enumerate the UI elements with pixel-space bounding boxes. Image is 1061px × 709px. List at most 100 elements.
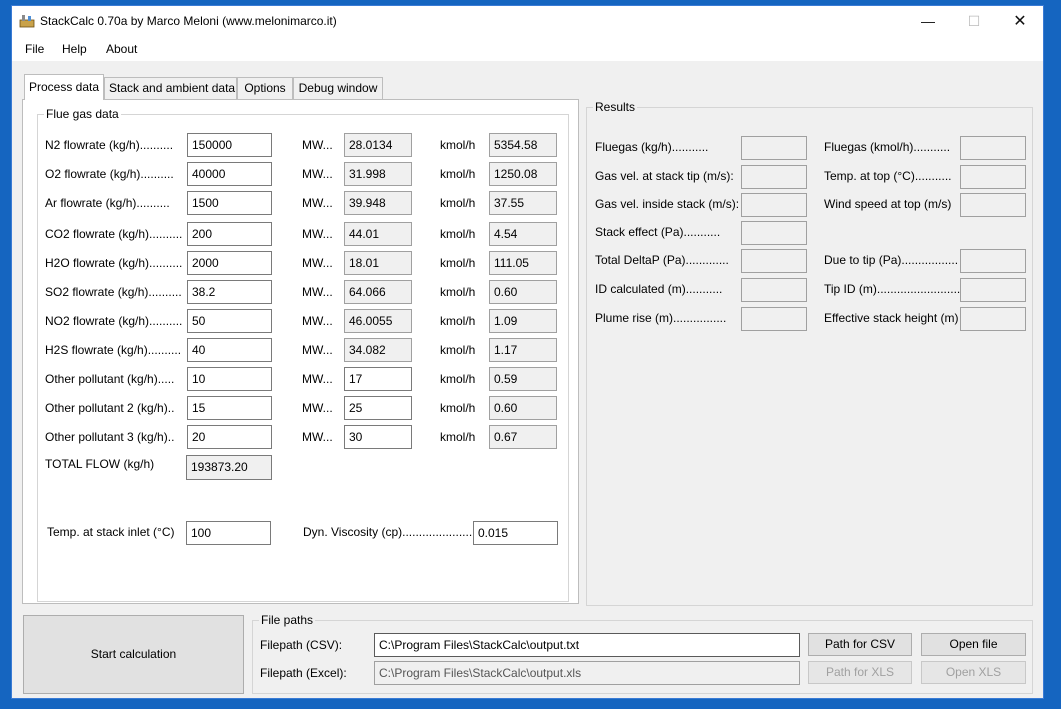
- kmol-value: 111.05: [489, 251, 557, 275]
- mw-label: MW...: [302, 196, 333, 210]
- tab-stack-ambient[interactable]: Stack and ambient data: [104, 77, 237, 99]
- app-icon: [19, 15, 35, 28]
- file-paths-title: File paths: [259, 613, 316, 627]
- flue-gas-title: Flue gas data: [44, 107, 121, 121]
- result-label-left: Stack effect (Pa)...........: [595, 225, 721, 239]
- flowrate-input[interactable]: 15: [187, 396, 272, 420]
- minimize-button[interactable]: —: [905, 6, 951, 37]
- kmol-value: 4.54: [489, 222, 557, 246]
- mw-value[interactable]: 25: [344, 396, 412, 420]
- mw-label: MW...: [302, 314, 333, 328]
- flowrate-input[interactable]: 40: [187, 338, 272, 362]
- kmol-label: kmol/h: [440, 430, 476, 444]
- result-value-right: [960, 249, 1026, 273]
- kmol-label: kmol/h: [440, 256, 476, 270]
- flowrate-label: NO2 flowrate (kg/h)..........: [45, 314, 183, 328]
- title-bar: StackCalc 0.70a by Marco Meloni (www.mel…: [12, 6, 1043, 37]
- flowrate-input[interactable]: 38.2: [187, 280, 272, 304]
- result-value-left: [741, 165, 807, 189]
- flowrate-input[interactable]: 2000: [187, 251, 272, 275]
- mw-label: MW...: [302, 343, 333, 357]
- kmol-label: kmol/h: [440, 401, 476, 415]
- flowrate-input[interactable]: 1500: [187, 191, 272, 215]
- menu-bar: File Help About: [12, 37, 1043, 61]
- kmol-label: kmol/h: [440, 227, 476, 241]
- mw-value: 28.0134: [344, 133, 412, 157]
- mw-label: MW...: [302, 167, 333, 181]
- result-value-right: [960, 136, 1026, 160]
- kmol-label: kmol/h: [440, 372, 476, 386]
- result-label-left: Gas vel. inside stack (m/s):: [595, 197, 740, 211]
- temp-inlet-label: Temp. at stack inlet (°C): [47, 525, 175, 539]
- menu-about[interactable]: About: [106, 42, 137, 56]
- result-label-right: Effective stack height (m): [824, 311, 959, 325]
- mw-value: 18.01: [344, 251, 412, 275]
- temp-inlet-input[interactable]: 100: [186, 521, 271, 545]
- kmol-value: 1.09: [489, 309, 557, 333]
- open-file-button[interactable]: Open file: [921, 633, 1026, 656]
- result-label-left: Total DeltaP (Pa).............: [595, 253, 729, 267]
- mw-label: MW...: [302, 285, 333, 299]
- result-value-right: [960, 165, 1026, 189]
- flowrate-input[interactable]: 200: [187, 222, 272, 246]
- mw-label: MW...: [302, 138, 333, 152]
- start-calculation-button[interactable]: Start calculation: [23, 615, 244, 694]
- close-button[interactable]: ✕: [997, 6, 1043, 37]
- window-title: StackCalc 0.70a by Marco Meloni (www.mel…: [40, 14, 337, 28]
- kmol-label: kmol/h: [440, 196, 476, 210]
- kmol-value: 0.60: [489, 280, 557, 304]
- flowrate-input[interactable]: 150000: [187, 133, 272, 157]
- flowrate-input[interactable]: 20: [187, 425, 272, 449]
- mw-value: 64.066: [344, 280, 412, 304]
- flowrate-label: Other pollutant 2 (kg/h)..: [45, 401, 175, 415]
- excel-path-label: Filepath (Excel):: [260, 666, 347, 680]
- flowrate-input[interactable]: 10: [187, 367, 272, 391]
- result-value-left: [741, 278, 807, 302]
- tab-process-data[interactable]: Process data: [24, 74, 104, 100]
- result-value-left: [741, 221, 807, 245]
- csv-path-input[interactable]: C:\Program Files\StackCalc\output.txt: [374, 633, 800, 657]
- mw-label: MW...: [302, 430, 333, 444]
- kmol-label: kmol/h: [440, 314, 476, 328]
- flowrate-input[interactable]: 40000: [187, 162, 272, 186]
- viscosity-input[interactable]: 0.015: [473, 521, 558, 545]
- flowrate-label: Other pollutant 3 (kg/h)..: [45, 430, 175, 444]
- result-label-right: Temp. at top (°C)...........: [824, 169, 952, 183]
- result-value-left: [741, 249, 807, 273]
- kmol-label: kmol/h: [440, 285, 476, 299]
- menu-help[interactable]: Help: [62, 42, 87, 56]
- mw-label: MW...: [302, 256, 333, 270]
- mw-value: 44.01: [344, 222, 412, 246]
- kmol-label: kmol/h: [440, 167, 476, 181]
- mw-label: MW...: [302, 372, 333, 386]
- menu-file[interactable]: File: [25, 42, 44, 56]
- flowrate-input[interactable]: 50: [187, 309, 272, 333]
- result-value-left: [741, 136, 807, 160]
- kmol-value: 5354.58: [489, 133, 557, 157]
- open-xls-button: Open XLS: [921, 661, 1026, 684]
- flowrate-label: O2 flowrate (kg/h)..........: [45, 167, 174, 181]
- mw-label: MW...: [302, 401, 333, 415]
- kmol-label: kmol/h: [440, 343, 476, 357]
- path-for-csv-button[interactable]: Path for CSV: [808, 633, 912, 656]
- mw-value: 39.948: [344, 191, 412, 215]
- tab-debug-window[interactable]: Debug window: [293, 77, 383, 99]
- tab-options[interactable]: Options: [237, 77, 293, 99]
- result-label-right: Wind speed at top (m/s): [824, 197, 952, 211]
- mw-value[interactable]: 17: [344, 367, 412, 391]
- flowrate-label: H2O flowrate (kg/h)..........: [45, 256, 183, 270]
- total-flow-label: TOTAL FLOW (kg/h): [45, 457, 155, 471]
- result-value-right: [960, 278, 1026, 302]
- kmol-value: 1.17: [489, 338, 557, 362]
- flowrate-label: CO2 flowrate (kg/h)..........: [45, 227, 183, 241]
- kmol-value: 1250.08: [489, 162, 557, 186]
- close-icon: ✕: [1013, 13, 1027, 30]
- path-for-xls-button: Path for XLS: [808, 661, 912, 684]
- result-label-right: Fluegas (kmol/h)...........: [824, 140, 951, 154]
- flowrate-label: SO2 flowrate (kg/h)..........: [45, 285, 182, 299]
- app-window: StackCalc 0.70a by Marco Meloni (www.mel…: [11, 5, 1044, 699]
- kmol-value: 37.55: [489, 191, 557, 215]
- results-title: Results: [593, 100, 638, 114]
- flowrate-label: Other pollutant (kg/h).....: [45, 372, 175, 386]
- mw-value[interactable]: 30: [344, 425, 412, 449]
